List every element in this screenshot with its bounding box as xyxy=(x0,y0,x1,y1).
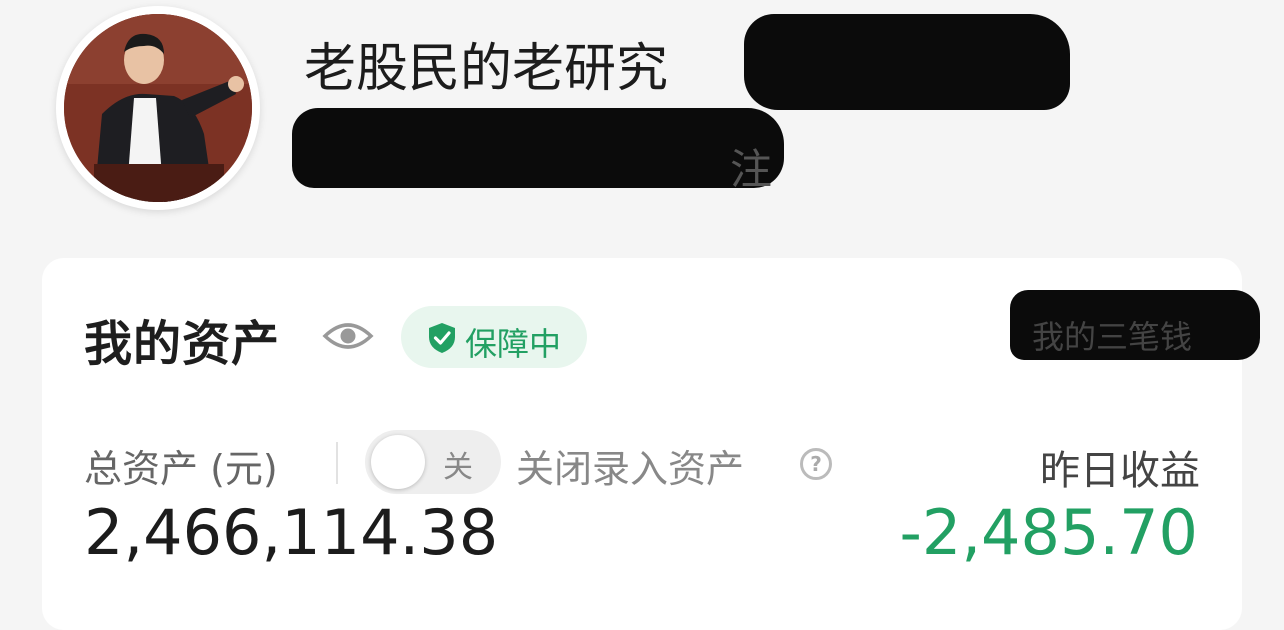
avatar[interactable] xyxy=(56,6,260,210)
question-circle-icon[interactable]: ? xyxy=(800,448,832,480)
asset-card: 我的资产 保障中 我的三笔钱 总资产 (元) 关 关闭录入资产 ? 2,466,… xyxy=(42,258,1260,630)
shield-check-icon xyxy=(429,323,455,353)
redaction-mark xyxy=(744,14,1070,110)
redaction-mark xyxy=(292,108,784,188)
total-assets-value: 2,466,114.38 xyxy=(84,496,499,569)
yesterday-earnings-label: 昨日收益 xyxy=(1040,448,1200,494)
total-assets-label: 总资产 (元) xyxy=(84,447,278,491)
avatar-photo xyxy=(64,14,252,202)
eye-icon[interactable] xyxy=(322,318,374,354)
toggle-description: 关闭录入资产 xyxy=(516,447,745,491)
card-title: 我的资产 xyxy=(84,316,281,372)
protection-status-badge[interactable]: 保障中 xyxy=(401,306,587,368)
follow-info-fragment: 注 xyxy=(730,145,773,194)
username: 老股民的老研究 xyxy=(304,39,669,99)
manual-asset-toggle[interactable]: 关 xyxy=(365,430,501,494)
badge-label: 保障中 xyxy=(465,325,562,363)
divider xyxy=(336,442,338,484)
three-money-link[interactable]: 我的三笔钱 xyxy=(1032,312,1192,358)
toggle-state-label: 关 xyxy=(443,450,473,485)
toggle-knob xyxy=(371,435,425,489)
yesterday-earnings-value: -2,485.70 xyxy=(899,496,1198,569)
